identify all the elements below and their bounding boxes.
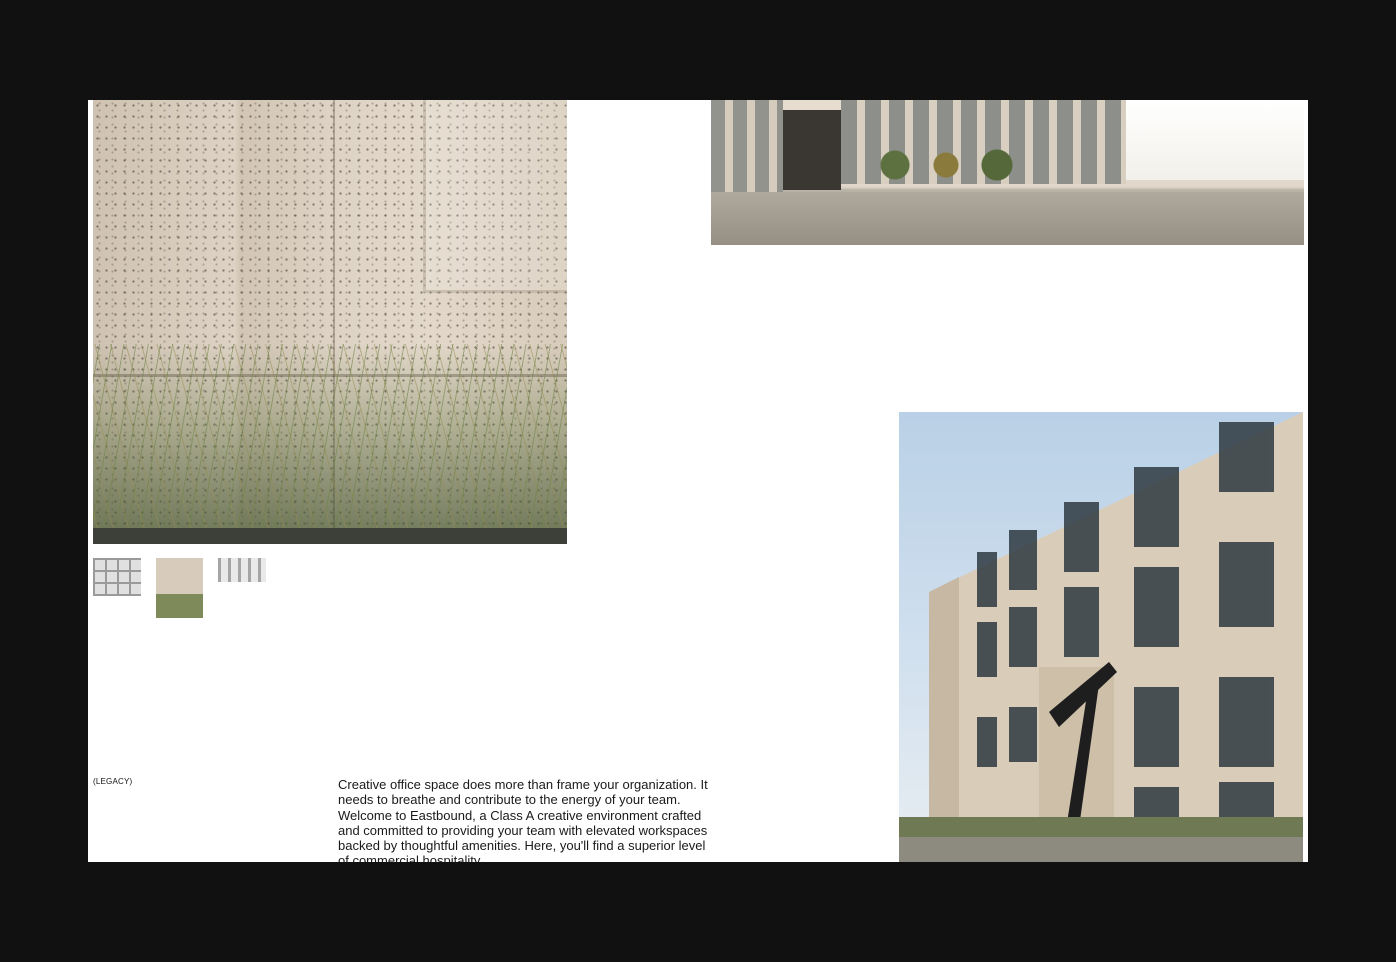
sky [1126, 100, 1304, 180]
gallery-thumbnail-3[interactable] [218, 558, 266, 582]
section-label: (LEGACY) [93, 777, 133, 786]
street-view-photo [711, 100, 1304, 245]
building-facade-photo [899, 412, 1303, 862]
road [711, 192, 1304, 245]
gravel [93, 528, 567, 544]
page-canvas: (LEGACY) Creative office space does more… [88, 100, 1308, 862]
intro-paragraph: Creative office space does more than fra… [338, 777, 708, 862]
parking-garage [783, 110, 841, 190]
gallery-thumbnail-2-active[interactable] [156, 558, 203, 618]
terrazzo-grass-photo [93, 100, 567, 544]
terrazzo-recess [423, 100, 567, 293]
building-facade-drawing [899, 412, 1303, 862]
building-left [711, 100, 783, 196]
gallery-thumbnail-1[interactable] [93, 558, 141, 596]
grass [93, 344, 567, 544]
trees [861, 140, 1031, 190]
